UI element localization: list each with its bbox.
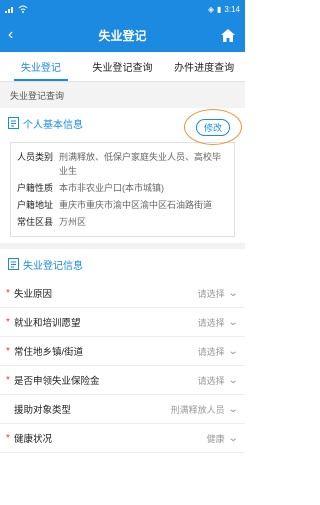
registration-form: * 失业原因 请选择 ⌄ * 就业和培训愿望 请选择 ⌄ * 常住地乡镇/街道 …	[0, 279, 245, 453]
edit-button[interactable]: 修改	[195, 118, 230, 136]
tab-progress-query[interactable]: 办件进度查询	[163, 52, 245, 81]
back-icon[interactable]: ‹	[8, 27, 26, 43]
info-key: 户籍性质	[17, 183, 54, 193]
field-residence-street[interactable]: * 常住地乡镇/街道 请选择 ⌄	[0, 337, 245, 366]
tab-registration[interactable]: 失业登记	[0, 52, 82, 81]
field-value: 请选择	[197, 317, 225, 328]
edit-highlight: 修改	[184, 109, 242, 145]
required-mark: *	[6, 316, 10, 328]
wifi-icon	[18, 5, 28, 13]
document-icon	[8, 117, 19, 129]
field-label: 援助对象类型	[14, 405, 72, 416]
field-value: 健康	[206, 433, 225, 444]
info-value: 万州区	[59, 217, 87, 227]
chevron-down-icon: ⌄	[227, 287, 239, 299]
field-value: 请选择	[197, 375, 225, 386]
document-icon	[8, 258, 19, 270]
nav-bar: ‹ 失业登记	[0, 18, 245, 52]
field-value: 刑满释放人员	[170, 404, 225, 415]
field-value: 请选择	[197, 346, 225, 357]
field-label: 就业和培训愿望	[14, 318, 81, 329]
field-employment-training-wish[interactable]: * 就业和培训愿望 请选择 ⌄	[0, 308, 245, 337]
status-right: ◈ ▮ 3:14	[208, 5, 240, 14]
chevron-down-icon: ⌄	[227, 403, 239, 415]
field-label: 健康状况	[14, 434, 53, 445]
required-mark: *	[6, 287, 10, 299]
chevron-down-icon: ⌄	[227, 316, 239, 328]
personal-info-header: 个人基本信息 修改	[0, 108, 245, 145]
field-unemployment-reason[interactable]: * 失业原因 请选择 ⌄	[0, 279, 245, 308]
info-row-district: 常住区县 万州区	[17, 215, 228, 229]
required-mark: *	[6, 374, 10, 386]
field-health-status[interactable]: * 健康状况 健康 ⌄	[0, 424, 245, 453]
registration-info-header: 失业登记信息	[0, 249, 245, 279]
chevron-down-icon: ⌄	[227, 432, 239, 444]
chevron-down-icon: ⌄	[227, 345, 239, 357]
info-key: 常住区县	[17, 217, 54, 227]
battery-icon: ▮	[217, 4, 222, 14]
tab-registration-query[interactable]: 失业登记查询	[82, 52, 164, 81]
status-time: 3:14	[224, 4, 240, 14]
field-insurance-claim[interactable]: * 是否申领失业保险金 请选择 ⌄	[0, 366, 245, 395]
info-key: 户籍地址	[17, 200, 54, 210]
personal-info-title: 个人基本信息	[23, 119, 83, 131]
info-key: 人员类别	[17, 152, 54, 162]
required-mark: *	[6, 345, 10, 357]
info-row-category: 人员类别 刑满释放、低保户家庭失业人员、高校毕业生	[17, 150, 228, 178]
field-value: 请选择	[197, 288, 225, 299]
info-row-household-type: 户籍性质 本市非农业户口(本市城镇)	[17, 181, 228, 195]
field-label: 常住地乡镇/街道	[14, 347, 84, 358]
chevron-down-icon: ⌄	[227, 374, 239, 386]
field-label: 失业原因	[14, 289, 53, 300]
personal-info-card: 人员类别 刑满释放、低保户家庭失业人员、高校毕业生 户籍性质 本市非农业户口(本…	[10, 142, 235, 237]
vibrate-icon: ◈	[207, 4, 215, 14]
info-value: 刑满释放、低保户家庭失业人员、高校毕业生	[59, 152, 222, 176]
home-icon[interactable]	[219, 26, 237, 44]
field-label: 是否申领失业保险金	[14, 376, 100, 387]
signal-icon	[5, 7, 13, 13]
info-value: 重庆市重庆市渝中区渝中区石油路街道	[59, 200, 213, 210]
status-left	[5, 5, 28, 13]
info-row-household-address: 户籍地址 重庆市重庆市渝中区渝中区石油路街道	[17, 198, 228, 212]
status-bar: ◈ ▮ 3:14	[0, 0, 245, 18]
page-title: 失业登记	[98, 28, 147, 43]
registration-info-title: 失业登记信息	[23, 260, 83, 272]
required-mark: *	[6, 432, 10, 444]
info-value: 本市非农业户口(本市城镇)	[59, 183, 164, 193]
tab-bar: 失业登记 失业登记查询 办件进度查询	[0, 52, 245, 82]
query-subheader[interactable]: 失业登记查询	[0, 82, 245, 108]
field-assistance-type[interactable]: 援助对象类型 刑满释放人员 ⌄	[0, 395, 245, 424]
